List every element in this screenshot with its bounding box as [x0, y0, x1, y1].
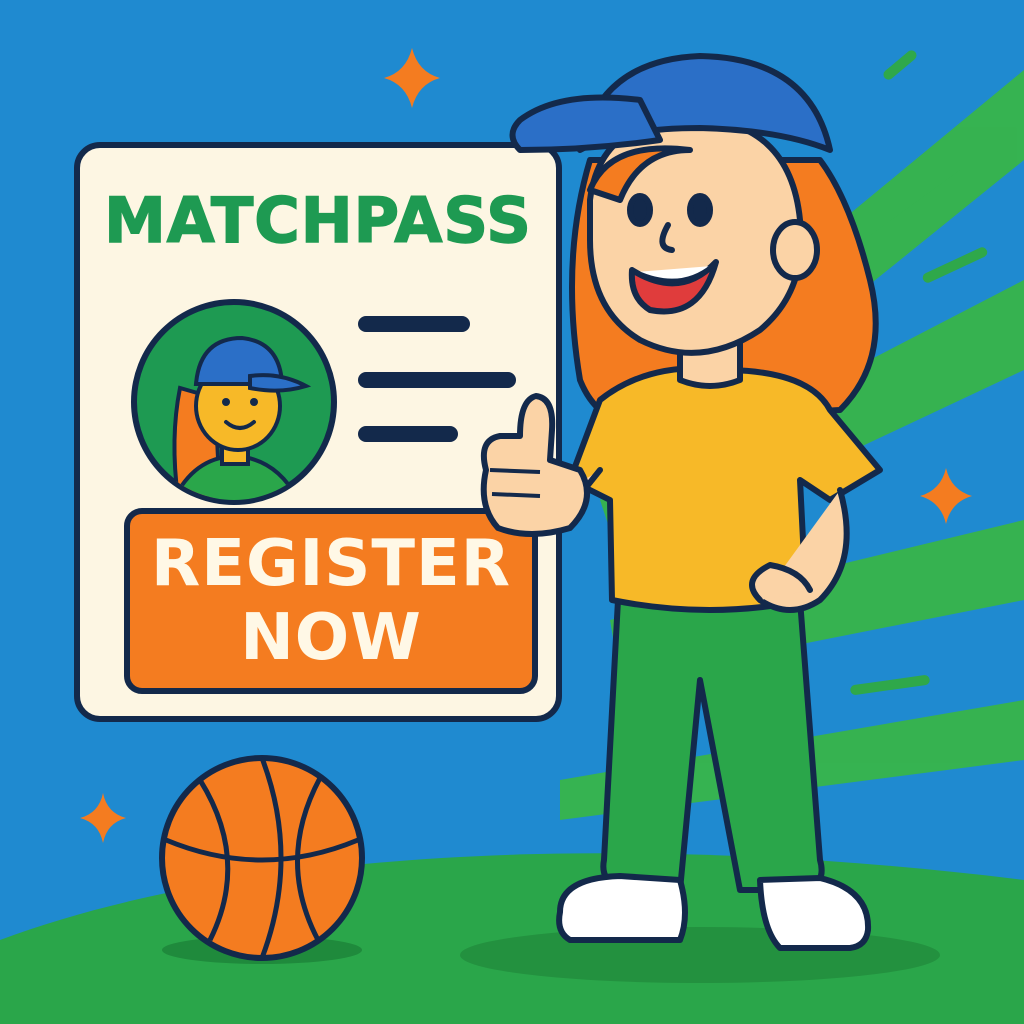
- register-now-button[interactable]: REGISTER NOW: [124, 508, 538, 694]
- info-line: [358, 316, 470, 332]
- brand-title: MATCHPASS: [103, 183, 532, 258]
- register-now-label: REGISTER NOW: [150, 527, 512, 675]
- info-line: [358, 372, 516, 388]
- registration-card: MATCHPASS REGISTER NOW: [74, 142, 562, 722]
- avatar: [131, 299, 337, 505]
- info-lines: [358, 316, 528, 446]
- info-line: [358, 426, 458, 442]
